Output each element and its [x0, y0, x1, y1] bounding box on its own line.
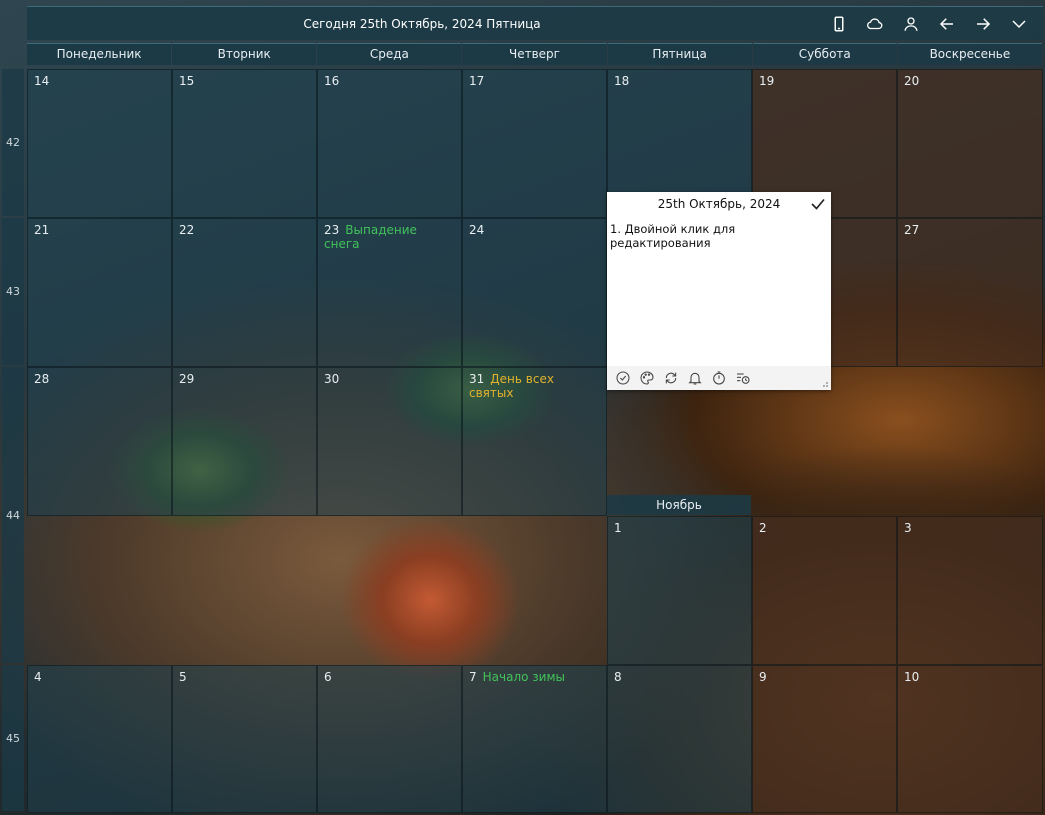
- day-cell[interactable]: 2: [752, 516, 897, 665]
- palette-icon[interactable]: [635, 367, 659, 389]
- timer-icon[interactable]: [707, 367, 731, 389]
- day-number: 30: [324, 372, 340, 386]
- day-number: 24: [469, 223, 485, 237]
- day-cell[interactable]: 7 Начало зимы: [462, 665, 607, 813]
- day-number: 14: [34, 74, 50, 88]
- day-header-wednesday: Среда: [317, 43, 462, 65]
- day-cell[interactable]: 30: [317, 367, 462, 516]
- day-cell[interactable]: 22: [172, 218, 317, 367]
- day-header-friday: Пятница: [607, 43, 752, 65]
- day-cell[interactable]: 24: [462, 218, 607, 367]
- note-text-area[interactable]: 1. Двойной клик для редактирования: [607, 216, 831, 364]
- day-cell[interactable]: 29: [172, 367, 317, 516]
- list-clock-icon[interactable]: [731, 367, 755, 389]
- day-cell[interactable]: 31 День всех святых: [462, 367, 607, 516]
- day-number: 20: [904, 74, 920, 88]
- day-cell[interactable]: 27: [897, 218, 1043, 367]
- day-number: 23: [324, 223, 340, 237]
- day-number: 18: [614, 74, 630, 88]
- user-icon[interactable]: [893, 7, 929, 40]
- day-cell[interactable]: 1: [607, 516, 752, 665]
- day-number: 1: [614, 521, 622, 535]
- day-number: 4: [34, 670, 42, 684]
- repeat-icon[interactable]: [659, 367, 683, 389]
- day-number: 27: [904, 223, 920, 237]
- day-cell[interactable]: 14: [27, 69, 172, 218]
- popup-footer: [607, 366, 831, 390]
- check-circle-icon[interactable]: [611, 367, 635, 389]
- day-cell[interactable]: 28: [27, 367, 172, 516]
- month-label: Ноябрь: [607, 495, 751, 515]
- day-number: 17: [469, 74, 485, 88]
- day-cell[interactable]: 8: [607, 665, 752, 813]
- day-number: 6: [324, 670, 332, 684]
- day-cell[interactable]: 17: [462, 69, 607, 218]
- note-text: 1. Двойной клик для редактирования: [610, 222, 736, 250]
- day-header-thursday: Четверг: [462, 43, 607, 65]
- day-number: 21: [34, 223, 50, 237]
- arrow-left-icon[interactable]: [929, 7, 965, 40]
- day-header-sunday: Воскресенье: [897, 43, 1042, 65]
- day-header-monday: Понедельник: [27, 43, 172, 65]
- week-number: 43: [2, 218, 24, 365]
- day-number: 22: [179, 223, 195, 237]
- day-number: 28: [34, 372, 50, 386]
- week-number: 45: [2, 665, 24, 811]
- day-cell[interactable]: 4: [27, 665, 172, 813]
- day-cell[interactable]: 3: [897, 516, 1043, 665]
- popup-header: 25th Октябрь, 2024: [607, 192, 831, 216]
- week-number: 44: [2, 367, 24, 663]
- resize-grip-icon[interactable]: [821, 380, 829, 388]
- bell-icon[interactable]: [683, 367, 707, 389]
- day-header-tuesday: Вторник: [172, 43, 317, 65]
- day-number: 19: [759, 74, 775, 88]
- cloud-icon[interactable]: [857, 7, 893, 40]
- day-header-saturday: Суббота: [752, 43, 897, 65]
- toolbar: [821, 7, 1037, 40]
- day-cell[interactable]: 9: [752, 665, 897, 813]
- day-number: 10: [904, 670, 920, 684]
- title-bar: Сегодня 25th Октябрь, 2024 Пятница: [27, 6, 1043, 40]
- day-cell[interactable]: 21: [27, 218, 172, 367]
- week-number: 42: [2, 69, 24, 216]
- day-number: 7: [469, 670, 477, 684]
- day-number: 16: [324, 74, 340, 88]
- day-cell[interactable]: 15: [172, 69, 317, 218]
- arrow-right-icon[interactable]: [965, 7, 1001, 40]
- note-popup[interactable]: 25th Октябрь, 2024 1. Двойной клик для р…: [607, 192, 831, 390]
- day-number: 9: [759, 670, 767, 684]
- day-cell[interactable]: 16: [317, 69, 462, 218]
- popup-date: 25th Октябрь, 2024: [657, 197, 781, 211]
- day-number: 8: [614, 670, 622, 684]
- day-number: 31: [469, 372, 485, 386]
- day-cell[interactable]: 23 Выпадение снега: [317, 218, 462, 367]
- chevron-down-icon[interactable]: [1001, 7, 1037, 40]
- weekday-header-row: Понедельник Вторник Среда Четверг Пятниц…: [27, 43, 1043, 65]
- day-cell[interactable]: 10: [897, 665, 1043, 813]
- day-cell[interactable]: 20: [897, 69, 1043, 218]
- phone-icon[interactable]: [821, 7, 857, 40]
- day-number: 29: [179, 372, 195, 386]
- event-label[interactable]: Начало зимы: [483, 670, 565, 684]
- day-cell[interactable]: 6: [317, 665, 462, 813]
- day-number: 2: [759, 521, 767, 535]
- day-number: 5: [179, 670, 187, 684]
- day-cell[interactable]: 5: [172, 665, 317, 813]
- day-number: 15: [179, 74, 195, 88]
- day-number: 3: [904, 521, 912, 535]
- today-title: Сегодня 25th Октябрь, 2024 Пятница: [303, 16, 541, 31]
- checkmark-icon[interactable]: [809, 195, 827, 213]
